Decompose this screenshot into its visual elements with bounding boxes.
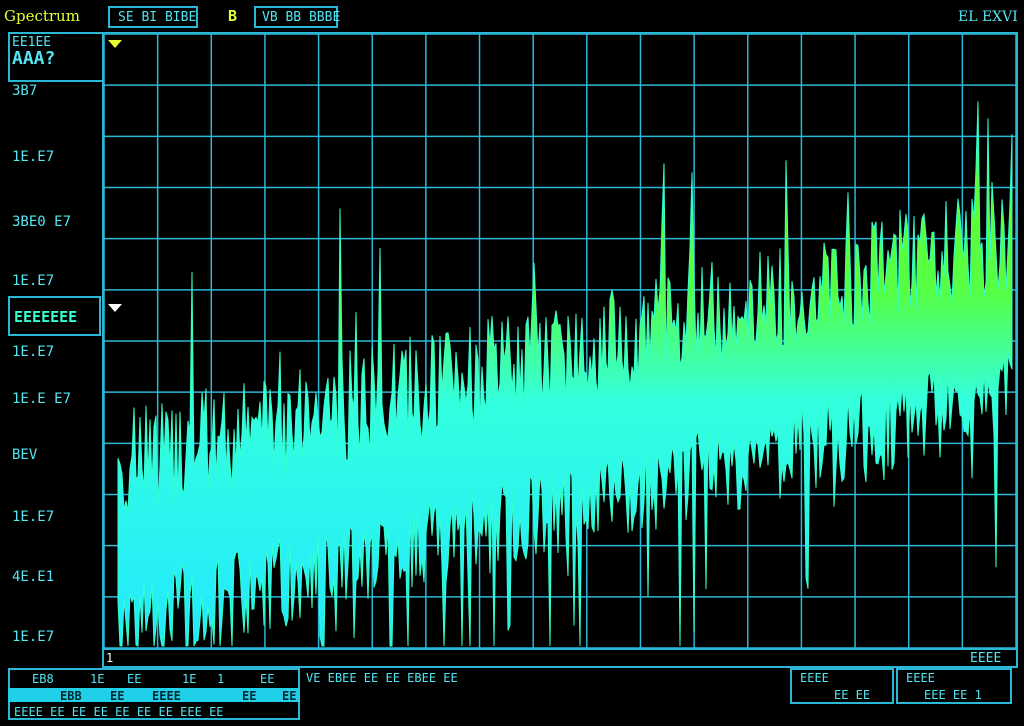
footer-right-box-2-b: EEE EE 1 xyxy=(924,688,982,702)
corner-value: EEEE xyxy=(970,651,1002,666)
footer-r2-c4: EE xyxy=(242,689,257,703)
footer-mid-text: VE EBEE EE EE EBEE EE xyxy=(306,671,458,685)
footer-r1-c1: EB8 xyxy=(32,672,54,686)
marker-triangle-mid-icon[interactable] xyxy=(108,304,122,312)
footer-right-box-1-b: EE EE xyxy=(834,688,871,702)
spectrum-plot[interactable] xyxy=(0,0,1024,726)
footer-right-box-2-a: EEEE xyxy=(906,671,935,685)
footer-r2-c1: EBB xyxy=(60,689,82,703)
footer-r2-c3: EEEE xyxy=(152,689,181,703)
x-readout-strip xyxy=(102,648,1018,668)
footer-r2-c5: EE xyxy=(282,689,297,703)
footer-right-box-1-a: EEEE xyxy=(800,671,829,685)
x-readout: 1 xyxy=(106,651,114,665)
footer-r1-c4: 1E xyxy=(182,672,197,686)
footer-r1-c2: 1E xyxy=(90,672,105,686)
spectrum-envelope xyxy=(117,101,1013,647)
marker-triangle-top-icon[interactable] xyxy=(108,40,122,48)
footer-r2-c2: EE xyxy=(110,689,125,703)
spectrum-signal xyxy=(117,101,1013,647)
footer-row3: EEEE EE EE EE EE EE EE EEE EE xyxy=(14,705,224,719)
